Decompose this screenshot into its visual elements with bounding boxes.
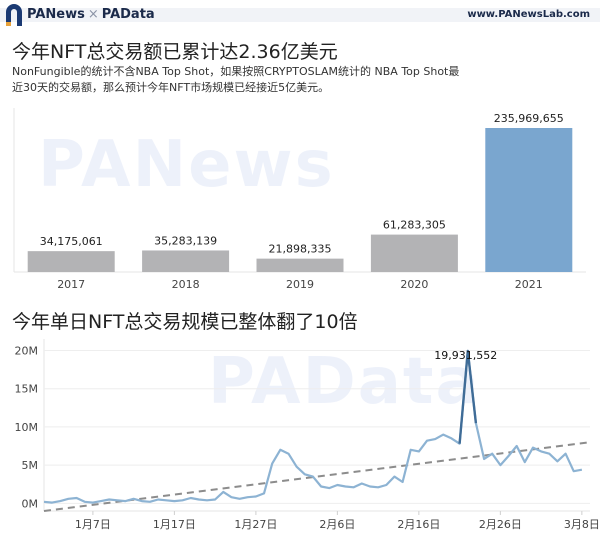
y-tick-label: 15M: [15, 383, 39, 396]
x-tick-label: 2月16日: [397, 518, 440, 531]
x-tick-label: 2月6日: [319, 518, 355, 531]
y-tick-label: 0M: [22, 497, 39, 510]
x-tick-label: 1月7日: [75, 518, 111, 531]
peak-value-label: 19,931,552: [434, 349, 497, 362]
line-chart: 0M 5M 10M 15M 20M 1月7日 1月17日 1月27日 2月6日 2月16日 2月26…: [15, 339, 600, 531]
x-tick-label: 1月27日: [234, 518, 277, 531]
y-tick-label: 10M: [15, 421, 39, 434]
x-tick-label: 1月17日: [153, 518, 196, 531]
y-tick-label: 20M: [15, 344, 39, 357]
x-tick-label: 2月26日: [479, 518, 522, 531]
x-tick-label: 3月8日: [564, 518, 600, 531]
peak-segment: [458, 349, 478, 444]
y-tick-label: 5M: [22, 459, 39, 472]
